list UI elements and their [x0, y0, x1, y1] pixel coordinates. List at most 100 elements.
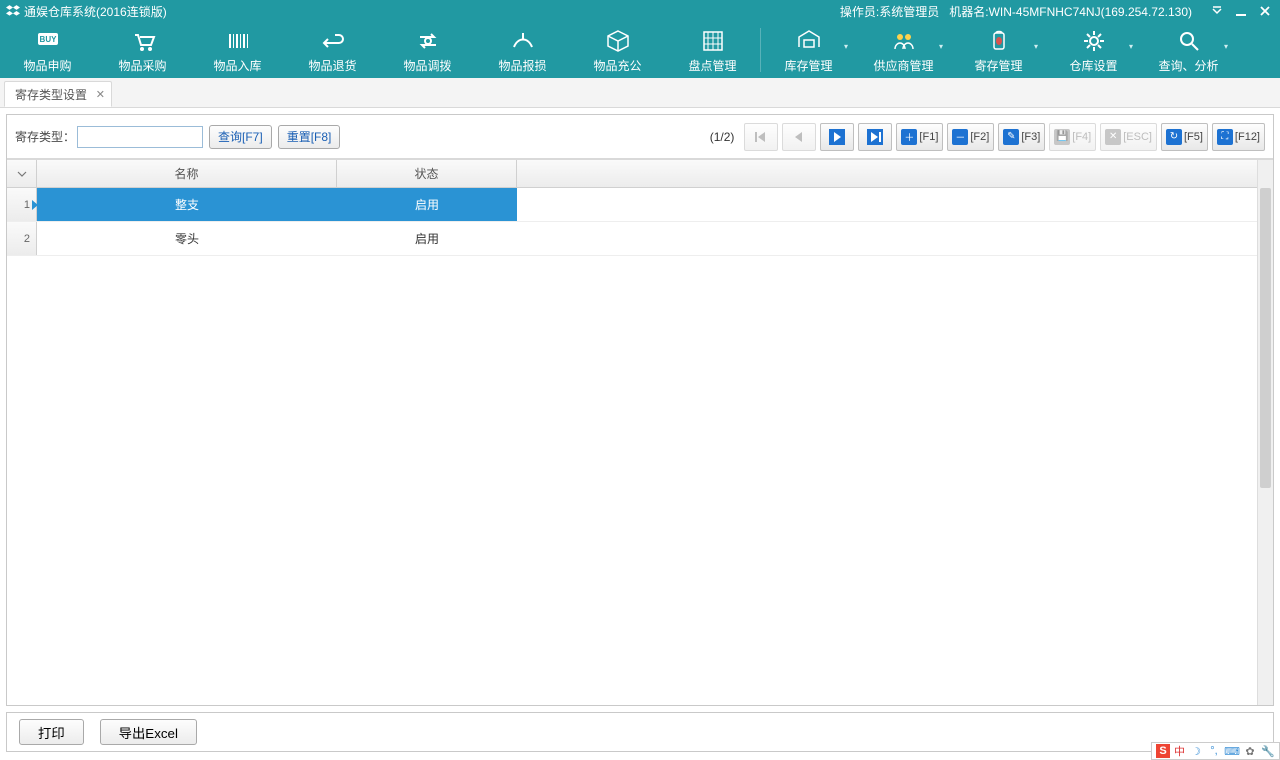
chevron-down-icon: ▾	[1129, 42, 1133, 51]
toolbar-barcode[interactable]: 物品入库	[190, 22, 285, 78]
toolbar-box[interactable]: 物品充公	[570, 22, 665, 78]
toolbar-stock[interactable]: 库存管理 ▾	[761, 22, 856, 78]
toolbar-transfer[interactable]: 物品调拨	[380, 22, 475, 78]
ime-wrench-icon[interactable]: 🔧	[1261, 744, 1275, 758]
row-marker-icon	[32, 200, 38, 210]
ime-s-icon[interactable]: S	[1156, 744, 1170, 758]
nav-prev-button[interactable]	[782, 123, 816, 151]
settings-icon	[1080, 27, 1108, 55]
abacus-icon	[699, 27, 727, 55]
cell-status: 启用	[337, 188, 517, 221]
toolbar-label: 物品入库	[213, 57, 261, 74]
cell-name: 零头	[37, 222, 337, 255]
toolbar-label: 物品调拨	[403, 57, 451, 74]
toolbar-label: 物品申购	[23, 57, 71, 74]
ime-tool-icon[interactable]: ✿	[1243, 744, 1257, 758]
stock-icon	[795, 27, 823, 55]
toolbar-cart[interactable]: 物品采购	[95, 22, 190, 78]
tab-bar: 寄存类型设置 ✕	[0, 78, 1280, 108]
cell-status: 启用	[337, 222, 517, 255]
transfer-icon	[414, 27, 442, 55]
ime-moon-icon[interactable]: ☽	[1189, 744, 1203, 758]
dropdown-icon[interactable]	[1208, 2, 1226, 20]
operator-info: 操作员:系统管理员	[840, 3, 939, 20]
toolbar-damage[interactable]: 物品报损	[475, 22, 570, 78]
cart-icon	[129, 27, 157, 55]
cancel-button: ✕[ESC]	[1100, 123, 1157, 151]
cell-name: 整支	[37, 188, 337, 221]
filter-row: 寄存类型： 查询[F7] 重置[F8] (1/2) ＋[F1] －[F2] ✎[…	[7, 115, 1273, 159]
add-button[interactable]: ＋[F1]	[896, 123, 943, 151]
return-icon	[319, 27, 347, 55]
toolbar-label: 仓库设置	[1069, 57, 1117, 74]
toolbar-label: 查询、分析	[1158, 57, 1218, 74]
toolbar-settings[interactable]: 仓库设置 ▾	[1046, 22, 1141, 78]
toolbar-label: 盘点管理	[688, 57, 736, 74]
chevron-down-icon: ▾	[1224, 42, 1228, 51]
toolbar-label: 寄存管理	[974, 57, 1022, 74]
damage-icon	[509, 27, 537, 55]
print-button[interactable]: 打印	[19, 719, 84, 745]
row-number: 1	[7, 188, 37, 221]
tab-deposit-type-settings[interactable]: 寄存类型设置 ✕	[4, 81, 112, 107]
table-row[interactable]: 1整支启用	[7, 188, 1257, 222]
settings-button[interactable]: ⛶[F12]	[1212, 123, 1265, 151]
nav-first-button[interactable]	[744, 123, 778, 151]
ime-status-bar: S 中 ☽ °, ⌨ ✿ 🔧	[1151, 742, 1280, 760]
buy-icon: BUY	[34, 27, 62, 55]
toolbar-label: 库存管理	[784, 57, 832, 74]
grid-header: 名称 状态	[7, 160, 1257, 188]
box-icon	[604, 27, 632, 55]
nav-last-button[interactable]	[858, 123, 892, 151]
grid-menu-icon[interactable]	[7, 160, 37, 187]
column-name[interactable]: 名称	[37, 160, 337, 187]
chevron-down-icon: ▾	[1034, 42, 1038, 51]
toolbar-label: 物品报损	[498, 57, 546, 74]
delete-button[interactable]: －[F2]	[947, 123, 994, 151]
tab-close-icon[interactable]: ✕	[96, 88, 105, 101]
toolbar-label: 供应商管理	[873, 57, 933, 74]
table-row[interactable]: 2零头启用	[7, 222, 1257, 256]
toolbar-label: 物品退货	[308, 57, 356, 74]
chevron-down-icon: ▾	[939, 42, 943, 51]
barcode-icon	[224, 27, 252, 55]
query-button[interactable]: 查询[F7]	[209, 125, 272, 149]
edit-button[interactable]: ✎[F3]	[998, 123, 1045, 151]
scrollbar-thumb[interactable]	[1260, 188, 1271, 488]
nav-next-button[interactable]	[820, 123, 854, 151]
vertical-scrollbar[interactable]	[1257, 160, 1273, 705]
filter-label: 寄存类型：	[15, 128, 75, 145]
toolbar-abacus[interactable]: 盘点管理	[665, 22, 760, 78]
ime-comma-icon[interactable]: °,	[1207, 744, 1221, 758]
toolbar-deposit[interactable]: 寄存管理 ▾	[951, 22, 1046, 78]
deposit-icon	[985, 27, 1013, 55]
bottom-actions: 打印 导出Excel	[6, 712, 1274, 752]
titlebar: 通娱仓库系统(2016连锁版) 操作员:系统管理员 机器名:WIN-45MFNH…	[0, 0, 1280, 22]
toolbar-label: 物品充公	[593, 57, 641, 74]
save-button: 💾[F4]	[1049, 123, 1096, 151]
search-icon	[1175, 27, 1203, 55]
chevron-down-icon: ▾	[844, 42, 848, 51]
close-button[interactable]	[1256, 2, 1274, 20]
svg-text:BUY: BUY	[39, 35, 57, 44]
toolbar-supplier[interactable]: 供应商管理 ▾	[856, 22, 951, 78]
machine-info: 机器名:WIN-45MFNHC74NJ(169.254.72.130)	[949, 3, 1192, 20]
export-excel-button[interactable]: 导出Excel	[100, 719, 197, 745]
toolbar-buy[interactable]: BUY 物品申购	[0, 22, 95, 78]
refresh-button[interactable]: ↻[F5]	[1161, 123, 1208, 151]
app-logo-icon	[6, 4, 20, 18]
column-status[interactable]: 状态	[337, 160, 517, 187]
tab-label: 寄存类型设置	[15, 86, 87, 103]
ime-lang[interactable]: 中	[1174, 743, 1185, 759]
data-grid: 名称 状态 1整支启用2零头启用	[7, 159, 1273, 705]
reset-button[interactable]: 重置[F8]	[278, 125, 341, 149]
deposit-type-input[interactable]	[77, 126, 203, 148]
minimize-button[interactable]	[1232, 2, 1250, 20]
window-title: 通娱仓库系统(2016连锁版)	[24, 3, 167, 20]
row-number: 2	[7, 222, 37, 255]
pager-text: (1/2)	[710, 130, 735, 144]
ime-keyboard-icon[interactable]: ⌨	[1225, 744, 1239, 758]
supplier-icon	[890, 27, 918, 55]
toolbar-search[interactable]: 查询、分析 ▾	[1141, 22, 1236, 78]
toolbar-return[interactable]: 物品退货	[285, 22, 380, 78]
